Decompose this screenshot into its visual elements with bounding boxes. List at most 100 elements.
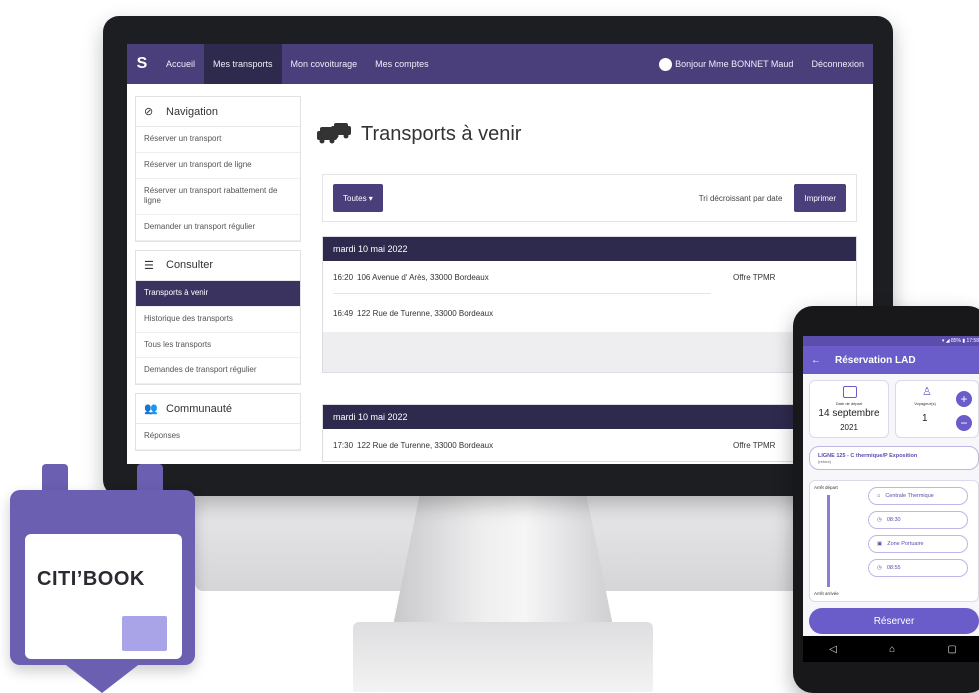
sidebar-item-demandes-regulier[interactable]: Demandes de transport régulier bbox=[136, 358, 300, 385]
trip-date-header: mardi 10 mai 2022 bbox=[323, 405, 856, 429]
time-from: 08:30 bbox=[886, 517, 901, 523]
time-to-pill[interactable]: ◷ 08:55 bbox=[868, 559, 968, 577]
trip-offer: Offre TPMR bbox=[733, 272, 776, 282]
stop-to-pill[interactable]: ▣ Zone Portuaire bbox=[868, 535, 968, 553]
trip-row[interactable]: 16:49 122 Rue de Turenne, 33000 Bordeaux bbox=[323, 294, 856, 332]
page-header: Transports à venir bbox=[315, 122, 521, 146]
line-sublabel: (retour) bbox=[818, 458, 832, 464]
sidebar-item-tous-transports[interactable]: Tous les transports bbox=[136, 333, 300, 359]
building-icon: ▣ bbox=[877, 541, 883, 547]
sidebar-communaute-title: Communauté bbox=[166, 402, 233, 415]
date-day: 14 septembre bbox=[818, 408, 880, 419]
badge-square-icon bbox=[122, 616, 167, 651]
trip-time: 17:30 bbox=[333, 440, 354, 450]
cars-icon bbox=[315, 122, 353, 146]
citibook-logo-light: CITI’ bbox=[37, 568, 83, 590]
sidebar-item-reserver-ligne[interactable]: Réserver un transport de ligne bbox=[136, 153, 300, 179]
nav-back-icon[interactable]: ◁ bbox=[829, 644, 837, 655]
sort-label[interactable]: Tri décroissant par date bbox=[699, 194, 783, 203]
nav-home-icon[interactable]: ⌂ bbox=[889, 644, 895, 655]
sidebar-item-reserver-transport[interactable]: Réserver un transport bbox=[136, 127, 300, 153]
nav-accueil[interactable]: Accueil bbox=[157, 44, 204, 84]
nav-mes-comptes[interactable]: Mes comptes bbox=[366, 44, 438, 84]
trip-date-header: mardi 10 mai 2022 bbox=[323, 237, 856, 261]
sidebar-consulter-title: Consulter bbox=[166, 259, 214, 272]
trip-row[interactable]: 16:20 106 Avenue d' Arès, 33000 Bordeaux… bbox=[323, 261, 856, 293]
app-logo-icon[interactable]: S bbox=[127, 44, 157, 84]
trip-row[interactable]: 17:30 122 Rue de Turenne, 33000 Bordeaux… bbox=[323, 429, 856, 461]
reserve-button[interactable]: Réserver bbox=[809, 608, 979, 634]
clock-icon: ◷ bbox=[877, 517, 882, 523]
sidebar-item-historique[interactable]: Historique des transports bbox=[136, 307, 300, 333]
arrive-label: Arrêt arrivée bbox=[814, 591, 839, 596]
badge-body: CITI’BOOK bbox=[10, 490, 195, 665]
travelers-label: Voyageur(s) bbox=[914, 401, 936, 406]
stop-to: Zone Portuaire bbox=[887, 541, 924, 547]
monitor-foot bbox=[353, 622, 653, 692]
person-icon: ♙ bbox=[922, 386, 932, 398]
nav-recent-icon[interactable]: ▢ bbox=[947, 644, 956, 655]
user-greeting[interactable]: Bonjour Mme BONNET Maud bbox=[650, 44, 802, 84]
citibook-logo: CITI’BOOK bbox=[37, 568, 145, 591]
increment-button[interactable]: + bbox=[956, 391, 972, 407]
stop-from: Centrale Thermique bbox=[885, 493, 934, 499]
date-year: 2021 bbox=[840, 423, 858, 432]
badge-arrow-icon bbox=[62, 662, 142, 693]
filter-dropdown-button[interactable]: Toutes ▾ bbox=[333, 184, 383, 212]
date-picker-box[interactable]: Date de départ 14 septembre 2021 bbox=[809, 380, 889, 438]
route-line bbox=[827, 495, 830, 587]
phone-status-bar: ▾ ◢ 85% ▮ 17:58 bbox=[803, 336, 979, 346]
phone-nav-bar: ◁ ⌂ ▢ bbox=[803, 636, 979, 662]
trip-time: 16:49 bbox=[333, 308, 354, 318]
nav-mes-transports[interactable]: Mes transports bbox=[204, 44, 282, 84]
back-arrow-icon[interactable]: ← bbox=[811, 355, 821, 366]
logout-link[interactable]: Déconnexion bbox=[802, 44, 873, 84]
stop-from-pill[interactable]: ⌂ Centrale Thermique bbox=[868, 487, 968, 505]
trip-day-card: mardi 10 mai 2022 17:30 122 Rue de Turen… bbox=[322, 404, 857, 462]
phone-screen: ▾ ◢ 85% ▮ 17:58 ← Réservation LAD Date d… bbox=[803, 336, 979, 636]
travelers-box: ♙ Voyageur(s) 1 + − bbox=[895, 380, 979, 438]
page-title: Transports à venir bbox=[361, 122, 522, 145]
phone-header: ← Réservation LAD bbox=[803, 346, 979, 374]
sidebar-navigation: ⊘ Navigation Réserver un transport Réser… bbox=[135, 96, 301, 242]
list-icon: ☰ bbox=[144, 259, 154, 272]
trip-day-card: mardi 10 mai 2022 16:20 106 Avenue d' Ar… bbox=[322, 236, 857, 373]
nav-mon-covoiturage[interactable]: Mon covoiturage bbox=[282, 44, 367, 84]
citibook-badge: CITI’BOOK bbox=[10, 464, 195, 693]
time-from-pill[interactable]: ◷ 08:30 bbox=[868, 511, 968, 529]
home-icon: ⌂ bbox=[877, 493, 881, 499]
sidebar-navigation-header: ⊘ Navigation bbox=[136, 97, 300, 127]
users-icon: 👥 bbox=[144, 403, 158, 416]
badge-card: CITI’BOOK bbox=[25, 534, 182, 659]
print-button[interactable]: Imprimer bbox=[794, 184, 846, 212]
sidebar-navigation-title: Navigation bbox=[166, 105, 218, 118]
trip-address: 122 Rue de Turenne, 33000 Bordeaux bbox=[357, 308, 494, 318]
sidebar-item-reponses[interactable]: Réponses bbox=[136, 424, 300, 450]
top-navbar: S Accueil Mes transports Mon covoiturage… bbox=[127, 44, 873, 84]
toolbar: Toutes ▾ Tri décroissant par date Imprim… bbox=[322, 174, 857, 222]
user-greeting-text: Bonjour Mme BONNET Maud bbox=[675, 59, 794, 69]
date-label: Date de départ bbox=[835, 401, 863, 406]
citibook-logo-bold: BOOK bbox=[82, 568, 145, 590]
travelers-count: 1 bbox=[922, 413, 928, 424]
sidebar-communaute-header: 👥 Communauté bbox=[136, 394, 300, 425]
trip-time: 16:20 bbox=[333, 272, 354, 282]
phone-header-title: Réservation LAD bbox=[835, 354, 916, 366]
time-to: 08:55 bbox=[886, 565, 901, 571]
line-selector[interactable]: LIGNE 125 - C thermique/P Exposition (re… bbox=[809, 446, 979, 470]
sidebar-item-transports-a-venir[interactable]: Transports à venir bbox=[136, 280, 300, 307]
user-avatar-icon bbox=[659, 57, 673, 71]
decrement-button[interactable]: − bbox=[956, 415, 972, 431]
line-label: LIGNE 125 - C thermique/P Exposition bbox=[818, 452, 918, 459]
sidebar-consulter-header: ☰ Consulter bbox=[136, 251, 300, 281]
smartphone: ▾ ◢ 85% ▮ 17:58 ← Réservation LAD Date d… bbox=[793, 306, 979, 693]
sidebar-item-reserver-rabattement[interactable]: Réserver un transport rabattement de lig… bbox=[136, 179, 300, 216]
sidebar-item-demander-regulier[interactable]: Demander un transport régulier bbox=[136, 215, 300, 241]
compass-icon: ⊘ bbox=[144, 106, 154, 118]
trip-offer: Offre TPMR bbox=[733, 440, 776, 450]
monitor: S Accueil Mes transports Mon covoiturage… bbox=[103, 16, 893, 496]
itinerary-box: Arrêt départ Arrêt arrivée ⌂ Centrale The… bbox=[809, 480, 979, 602]
trip-card-footer bbox=[323, 332, 856, 372]
desktop-screen: S Accueil Mes transports Mon covoiturage… bbox=[127, 44, 873, 464]
sidebar: ⊘ Navigation Réserver un transport Réser… bbox=[135, 96, 301, 459]
